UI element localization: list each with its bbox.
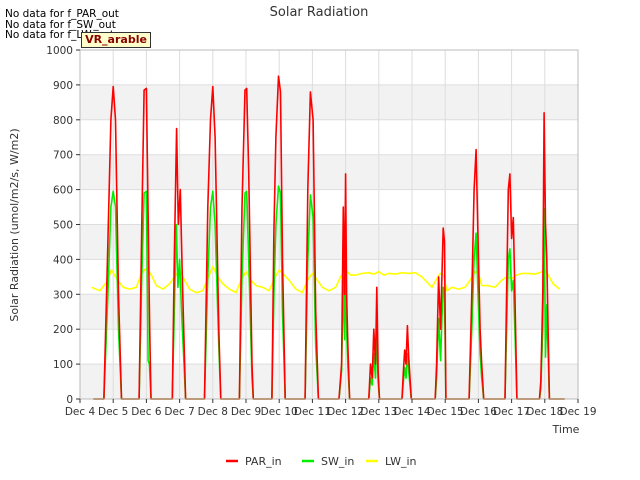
x-tick-label: Dec 17 [493,406,530,418]
plot-band [80,189,578,225]
x-tick-label: Dec 19 [559,406,596,418]
x-tick-label: Dec 11 [294,406,331,418]
plot-band [80,259,578,295]
plot-band [80,119,578,155]
x-tick-label: Dec 14 [393,406,430,418]
legend-label: SW_in [321,455,354,468]
y-tick-label: 700 [53,150,73,162]
x-tick-label: Dec 7 [164,406,194,418]
legend-label: LW_in [385,455,417,468]
y-tick-label: 400 [53,254,73,266]
plot-band [80,364,578,399]
x-tick-label: Dec 15 [427,406,464,418]
y-tick-label: 0 [66,394,73,406]
x-axis-label: Time [552,423,580,436]
plot-band [80,154,578,190]
x-tick-label: Dec 9 [231,406,261,418]
chart-title: Solar Radiation [270,5,369,20]
solar-radiation-chart: 01002003004005006007008009001000 Dec 4 De… [8,5,597,468]
y-tick-label: 500 [53,220,73,232]
x-tick-label: Dec 12 [327,406,364,418]
x-tick-label: Dec 18 [526,406,563,418]
x-axis-ticks: Dec 4 Dec 5 Dec 6 Dec 7 Dec 8 Dec 9 Dec 10Dec … [65,399,597,418]
y-axis-label: Solar Radiation (umol/m2/s, W/m2) [8,128,21,321]
plot-band [80,329,578,365]
y-tick-label: 100 [53,359,73,371]
plot-band [80,50,578,85]
y-tick-label: 800 [53,115,73,127]
y-tick-label: 900 [53,80,73,92]
x-tick-label: Dec 10 [261,406,298,418]
y-tick-label: 300 [53,289,73,301]
x-tick-label: Dec 4 [65,406,96,418]
x-tick-label: Dec 5 [98,406,128,418]
x-tick-label: Dec 8 [198,406,228,418]
x-tick-label: Dec 13 [360,406,397,418]
y-tick-label: 600 [53,185,73,197]
x-tick-label: Dec 6 [131,406,162,418]
y-tick-label: 1000 [46,45,73,57]
plot-band [80,84,578,120]
legend: PAR_in SW_in LW_in [226,455,417,468]
plot-band [80,224,578,260]
x-tick-label: Dec 16 [460,406,497,418]
legend-label: PAR_in [245,455,282,468]
site-badge: VR_arable [81,32,151,48]
plot-band [80,294,578,330]
y-tick-label: 200 [53,324,73,336]
y-axis-ticks: 0 100 200 300 400 500 600 700 800 900 1000 [46,45,80,406]
